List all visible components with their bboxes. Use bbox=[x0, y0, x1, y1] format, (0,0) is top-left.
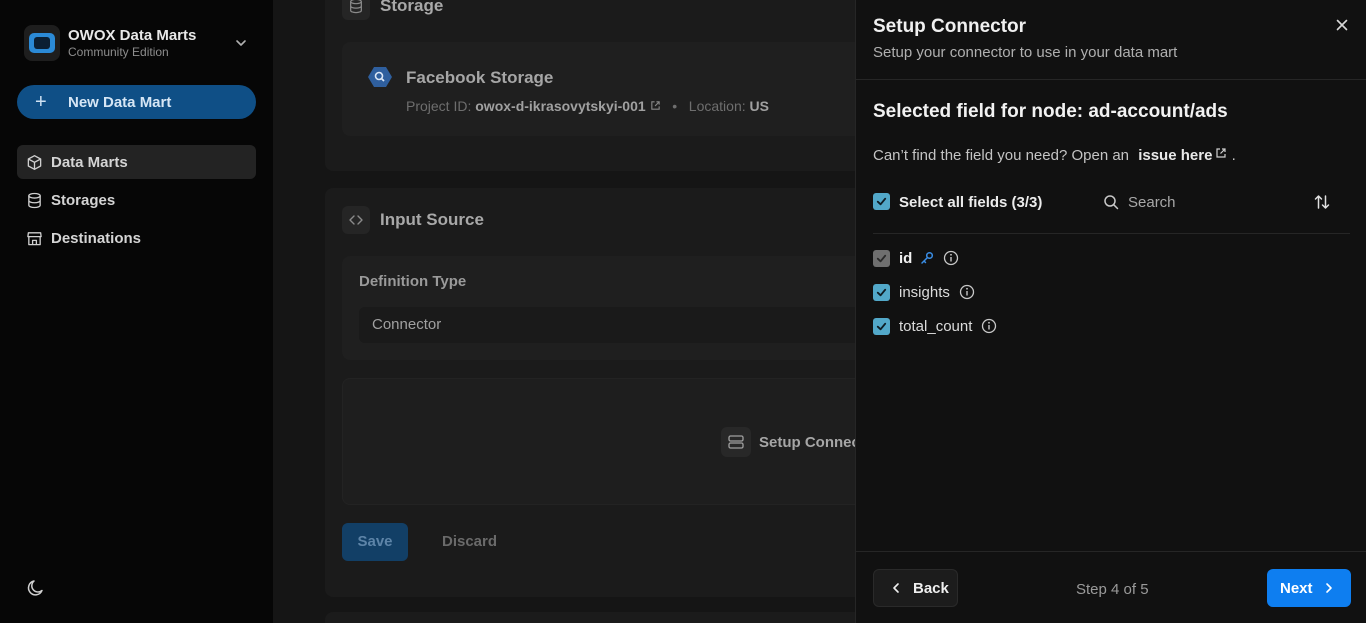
dot-separator: • bbox=[664, 98, 685, 114]
definition-type-select[interactable]: Connector bbox=[359, 307, 855, 343]
discard-button[interactable]: Discard bbox=[442, 523, 497, 561]
field-checkbox bbox=[873, 249, 890, 267]
hint-text: Can’t find the field you need? Open an bbox=[873, 147, 1130, 164]
sidebar-item-storages[interactable]: Storages bbox=[17, 183, 256, 217]
close-icon[interactable] bbox=[1334, 17, 1350, 33]
check-icon bbox=[876, 254, 887, 262]
project-id-label: Project ID: bbox=[406, 98, 472, 114]
check-icon bbox=[876, 197, 887, 206]
connector-setup-box: Setup Connect bbox=[342, 378, 855, 505]
fields-toolbar: Select all fields (3/3) Search bbox=[873, 186, 1350, 234]
sidebar-item-label: Storages bbox=[51, 191, 116, 209]
setup-connector-label: Setup Connect bbox=[759, 433, 855, 451]
missing-field-hint: Can’t find the field you need? Open an i… bbox=[873, 147, 1236, 164]
panel-footer: Back Step 4 of 5 Next bbox=[856, 551, 1366, 623]
info-icon[interactable] bbox=[959, 284, 975, 300]
node-title: Selected field for node: ad-account/ads bbox=[873, 101, 1228, 122]
setup-connector-button[interactable]: Setup Connect bbox=[721, 427, 855, 457]
save-button[interactable]: Save bbox=[342, 523, 408, 561]
new-data-mart-button[interactable]: + New Data Mart bbox=[17, 85, 256, 119]
info-icon[interactable] bbox=[943, 250, 959, 266]
input-source-title: Input Source bbox=[380, 210, 484, 229]
external-link-icon bbox=[650, 101, 660, 110]
sidebar-nav: Data Marts Storages Destinations bbox=[17, 145, 256, 259]
next-section bbox=[325, 612, 855, 623]
next-button[interactable]: Next bbox=[1267, 569, 1351, 607]
storage-card[interactable]: Facebook Storage Project ID: owox-d-ikra… bbox=[342, 42, 855, 136]
sidebar-item-label: Destinations bbox=[51, 229, 142, 247]
chevron-down-icon[interactable] bbox=[234, 36, 248, 50]
panel-header: Setup Connector Setup your connector to … bbox=[856, 0, 1366, 80]
storage-section-title: Storage bbox=[380, 0, 444, 15]
setup-connector-panel: Setup Connector Setup your connector to … bbox=[855, 0, 1366, 623]
field-row-total-count: total_count bbox=[873, 314, 997, 338]
new-data-mart-label: New Data Mart bbox=[68, 93, 172, 111]
step-indicator: Step 4 of 5 bbox=[1076, 581, 1149, 598]
store-icon bbox=[27, 231, 42, 245]
sidebar-item-data-marts[interactable]: Data Marts bbox=[17, 145, 256, 179]
server-icon bbox=[721, 427, 751, 457]
back-button[interactable]: Back bbox=[873, 569, 958, 607]
field-checkbox[interactable] bbox=[873, 317, 890, 335]
plus-icon: + bbox=[35, 91, 47, 113]
field-checkbox[interactable] bbox=[873, 283, 890, 301]
field-name: id bbox=[899, 249, 913, 267]
storage-section: Storage Facebook Storage Project ID: owo… bbox=[325, 0, 855, 171]
select-all-checkbox[interactable] bbox=[873, 193, 890, 210]
code-icon bbox=[342, 206, 370, 234]
back-label: Back bbox=[913, 579, 949, 597]
database-icon bbox=[342, 0, 370, 20]
storage-meta: Project ID: owox-d-ikrasovytskyi-001 • L… bbox=[406, 98, 769, 114]
definition-type-label: Definition Type bbox=[359, 273, 467, 290]
select-all-label: Select all fields (3/3) bbox=[899, 194, 1043, 211]
sidebar: OWOX Data Marts Community Edition + New … bbox=[0, 0, 273, 623]
sidebar-item-destinations[interactable]: Destinations bbox=[17, 221, 256, 255]
project-id-link[interactable]: owox-d-ikrasovytskyi-001 bbox=[475, 98, 645, 114]
field-name: total_count bbox=[899, 317, 973, 335]
sort-icon[interactable] bbox=[1313, 193, 1331, 211]
sidebar-item-label: Data Marts bbox=[51, 153, 128, 171]
field-name: insights bbox=[899, 283, 950, 301]
key-icon bbox=[921, 251, 934, 264]
search-icon[interactable] bbox=[1103, 194, 1119, 210]
brand-title: OWOX Data Marts bbox=[68, 27, 197, 44]
check-icon bbox=[876, 288, 887, 296]
main-content: Storage Facebook Storage Project ID: owo… bbox=[273, 0, 855, 623]
input-source-section: Input Source Definition Type Connector S… bbox=[325, 188, 855, 597]
bigquery-icon bbox=[368, 67, 392, 87]
field-row-id: id bbox=[873, 246, 959, 270]
cube-icon bbox=[27, 154, 42, 170]
panel-title: Setup Connector bbox=[873, 16, 1027, 37]
brand-subtitle: Community Edition bbox=[68, 45, 169, 59]
search-input[interactable]: Search bbox=[1128, 194, 1176, 211]
owox-logo-icon bbox=[24, 25, 60, 61]
database-icon bbox=[28, 192, 41, 208]
external-link-icon bbox=[1216, 148, 1227, 158]
project-switcher[interactable]: OWOX Data Marts Community Edition bbox=[24, 24, 256, 62]
issue-link[interactable]: issue here bbox=[1138, 147, 1212, 164]
field-row-insights: insights bbox=[873, 280, 975, 304]
next-label: Next bbox=[1280, 579, 1313, 597]
location-value: US bbox=[749, 98, 769, 114]
chevron-right-icon bbox=[1325, 583, 1332, 593]
check-icon bbox=[876, 322, 887, 330]
info-icon[interactable] bbox=[981, 318, 997, 334]
hint-end: . bbox=[1231, 147, 1236, 164]
storage-name: Facebook Storage bbox=[406, 68, 554, 87]
moon-icon[interactable] bbox=[26, 578, 46, 598]
panel-subtitle: Setup your connector to use in your data… bbox=[873, 44, 1178, 61]
chevron-left-icon bbox=[893, 583, 899, 593]
location-label: Location: bbox=[688, 98, 746, 114]
definition-type-box: Definition Type Connector bbox=[342, 256, 855, 360]
